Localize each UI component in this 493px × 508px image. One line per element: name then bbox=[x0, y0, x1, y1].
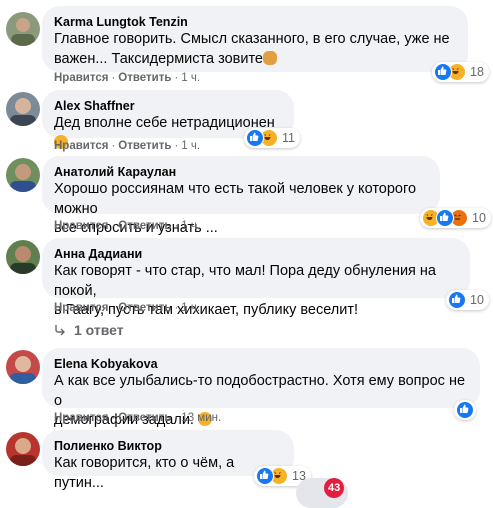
separator-dot: · bbox=[111, 72, 116, 84]
reaction-summary[interactable]: 11 bbox=[244, 128, 300, 148]
comment-text-line: Главное говорить. Смысл сказанного, в ег… bbox=[54, 31, 450, 47]
comment-time[interactable]: 1 ч. bbox=[181, 72, 200, 84]
avatar[interactable] bbox=[6, 350, 40, 384]
comment-author[interactable]: Анна Дадиани bbox=[54, 246, 458, 262]
avatar[interactable] bbox=[6, 92, 40, 126]
comment-bubble: Анатолий Караулан Хорошо россиянам что е… bbox=[42, 156, 440, 236]
reply-link[interactable]: Ответить bbox=[118, 72, 171, 84]
comment-text-line: важен... Таксидермиста зовите bbox=[54, 50, 456, 70]
separator-dot: · bbox=[111, 302, 116, 314]
reply-link[interactable]: Ответить bbox=[118, 140, 171, 152]
comment-actions: Нравится · Ответить · 1 ч. bbox=[54, 220, 200, 232]
comment-time[interactable]: 13 мин. bbox=[181, 412, 221, 424]
reaction-count: 10 bbox=[472, 211, 486, 225]
comment-author[interactable]: Полиенко Виктор bbox=[54, 438, 282, 454]
comment-text-line: А как все улыбались-то подобострастно. Х… bbox=[54, 373, 466, 409]
separator-dot: · bbox=[174, 220, 179, 232]
person-emoji-icon bbox=[263, 50, 277, 65]
like-link[interactable]: Нравится bbox=[54, 140, 108, 152]
like-icon bbox=[456, 401, 474, 419]
reaction-count: 11 bbox=[282, 131, 295, 145]
reaction-summary[interactable]: 10 bbox=[420, 208, 491, 228]
like-link[interactable]: Нравится bbox=[54, 412, 108, 424]
comment-actions: Нравится · Ответить · 1 ч. bbox=[54, 302, 200, 314]
separator-dot: · bbox=[111, 412, 116, 424]
comment-author[interactable]: Alex Shaffner bbox=[54, 98, 282, 114]
comment-author[interactable]: Karma Lungtok Tenzin bbox=[54, 14, 456, 30]
avatar[interactable] bbox=[6, 240, 40, 274]
comment-author[interactable]: Анатолий Караулан bbox=[54, 164, 428, 180]
separator-dot: · bbox=[174, 412, 179, 424]
view-replies-link[interactable]: 1 ответ bbox=[54, 322, 124, 338]
like-icon bbox=[434, 63, 452, 81]
like-icon bbox=[246, 129, 264, 147]
comment-actions: Нравится · Ответить · 1 ч. bbox=[54, 140, 200, 152]
like-link[interactable]: Нравится bbox=[54, 302, 108, 314]
reply-link[interactable]: Ответить bbox=[118, 412, 171, 424]
separator-dot: · bbox=[111, 220, 116, 232]
like-icon bbox=[436, 209, 454, 227]
comment-time[interactable]: 1 ч. bbox=[181, 302, 200, 314]
avatar[interactable] bbox=[6, 158, 40, 192]
reply-arrow-icon bbox=[55, 325, 65, 336]
separator-dot: · bbox=[174, 302, 179, 314]
like-link[interactable]: Нравится bbox=[54, 220, 108, 232]
reaction-summary[interactable]: 18 bbox=[432, 62, 489, 82]
comment-author[interactable]: Elena Kobyakova bbox=[54, 356, 468, 372]
comment-bubble: Анна Дадиани Как говорят - что стар, что… bbox=[42, 238, 470, 318]
comment-actions: Нравится · Ответить · 13 мин. bbox=[54, 412, 221, 424]
replies-count: 1 ответ bbox=[74, 322, 124, 338]
avatar[interactable] bbox=[6, 12, 40, 46]
reaction-summary[interactable]: 10 bbox=[446, 290, 489, 310]
like-icon bbox=[256, 467, 274, 485]
separator-dot: · bbox=[174, 72, 179, 84]
avatar[interactable] bbox=[6, 432, 40, 466]
separator-dot: · bbox=[174, 140, 179, 152]
reaction-count: 10 bbox=[470, 293, 484, 307]
comment-text-line: Хорошо россиянам что есть такой человек … bbox=[54, 181, 417, 217]
reaction-count: 18 bbox=[470, 65, 484, 79]
comment-time[interactable]: 1 ч. bbox=[181, 140, 200, 152]
separator-dot: · bbox=[111, 140, 116, 152]
reply-link[interactable]: Ответить bbox=[118, 302, 171, 314]
like-link[interactable]: Нравится bbox=[54, 72, 108, 84]
reply-link[interactable]: Ответить bbox=[118, 220, 171, 232]
comment-bubble: Elena Kobyakova А как все улыбались-то п… bbox=[42, 348, 480, 428]
comment-text-line: Как говорится, кто о чём, а путин... bbox=[54, 455, 235, 491]
comment-bubble: Karma Lungtok Tenzin Главное говорить. С… bbox=[42, 6, 468, 72]
like-icon bbox=[448, 291, 466, 309]
comment-text-line: Как говорят - что стар, что мал! Пора де… bbox=[54, 263, 436, 299]
comment-actions: Нравится · Ответить · 1 ч. bbox=[54, 72, 200, 84]
comment-time[interactable]: 1 ч. bbox=[181, 220, 200, 232]
reaction-summary[interactable] bbox=[454, 400, 476, 420]
